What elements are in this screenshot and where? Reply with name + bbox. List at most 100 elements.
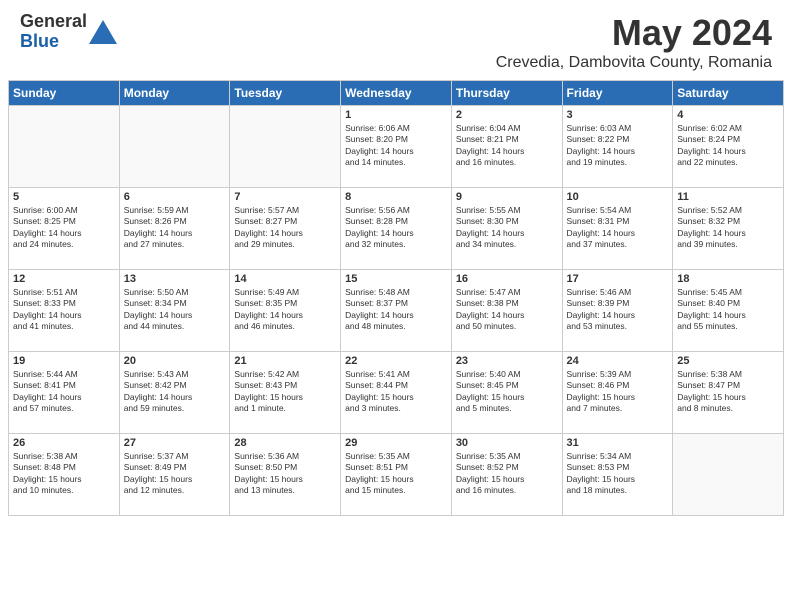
day-info: Sunrise: 6:03 AM Sunset: 8:22 PM Dayligh… xyxy=(567,123,669,169)
calendar-cell: 2 Sunrise: 6:04 AM Sunset: 8:21 PM Daylig… xyxy=(451,106,562,188)
calendar-cell: 27 Sunrise: 5:37 AM Sunset: 8:49 PM Dayli… xyxy=(119,434,230,516)
day-info: Sunrise: 6:02 AM Sunset: 8:24 PM Dayligh… xyxy=(677,123,779,169)
calendar-header-row: SundayMondayTuesdayWednesdayThursdayFrid… xyxy=(9,81,784,106)
calendar-cell: 17 Sunrise: 5:46 AM Sunset: 8:39 PM Dayli… xyxy=(562,270,673,352)
day-info: Sunrise: 5:52 AM Sunset: 8:32 PM Dayligh… xyxy=(677,205,779,251)
day-number: 19 xyxy=(13,355,115,367)
logo-general: General xyxy=(20,12,87,32)
header-saturday: Saturday xyxy=(673,81,784,106)
day-number: 5 xyxy=(13,191,115,203)
logo: General Blue xyxy=(20,12,117,52)
calendar-week-3: 12 Sunrise: 5:51 AM Sunset: 8:33 PM Dayli… xyxy=(9,270,784,352)
calendar-week-5: 26 Sunrise: 5:38 AM Sunset: 8:48 PM Dayli… xyxy=(9,434,784,516)
day-info: Sunrise: 5:35 AM Sunset: 8:52 PM Dayligh… xyxy=(456,451,558,497)
calendar-week-1: 1Sunrise: 6:06 AM Sunset: 8:20 PM Daylig… xyxy=(9,106,784,188)
calendar-cell: 16 Sunrise: 5:47 AM Sunset: 8:38 PM Dayli… xyxy=(451,270,562,352)
day-number: 16 xyxy=(456,273,558,285)
day-info: Sunrise: 5:44 AM Sunset: 8:41 PM Dayligh… xyxy=(13,369,115,415)
day-info: Sunrise: 5:38 AM Sunset: 8:47 PM Dayligh… xyxy=(677,369,779,415)
month-year-title: May 2024 xyxy=(496,12,772,54)
day-number: 7 xyxy=(234,191,336,203)
day-number: 18 xyxy=(677,273,779,285)
calendar-cell: 30Sunrise: 5:35 AM Sunset: 8:52 PM Dayli… xyxy=(451,434,562,516)
day-number: 22 xyxy=(345,355,447,367)
calendar-cell: 6Sunrise: 5:59 AM Sunset: 8:26 PM Daylig… xyxy=(119,188,230,270)
day-info: Sunrise: 5:57 AM Sunset: 8:27 PM Dayligh… xyxy=(234,205,336,251)
calendar-cell: 26 Sunrise: 5:38 AM Sunset: 8:48 PM Dayli… xyxy=(9,434,120,516)
day-info: Sunrise: 5:45 AM Sunset: 8:40 PM Dayligh… xyxy=(677,287,779,333)
day-number: 13 xyxy=(124,273,226,285)
day-number: 23 xyxy=(456,355,558,367)
calendar-cell: 11 Sunrise: 5:52 AM Sunset: 8:32 PM Dayli… xyxy=(673,188,784,270)
logo-icon xyxy=(89,20,117,44)
day-info: Sunrise: 5:39 AM Sunset: 8:46 PM Dayligh… xyxy=(567,369,669,415)
day-info: Sunrise: 6:04 AM Sunset: 8:21 PM Dayligh… xyxy=(456,123,558,169)
header-thursday: Thursday xyxy=(451,81,562,106)
day-number: 8 xyxy=(345,191,447,203)
day-info: Sunrise: 6:00 AM Sunset: 8:25 PM Dayligh… xyxy=(13,205,115,251)
day-info: Sunrise: 5:38 AM Sunset: 8:48 PM Dayligh… xyxy=(13,451,115,497)
calendar-week-2: 5 Sunrise: 6:00 AM Sunset: 8:25 PM Daylig… xyxy=(9,188,784,270)
calendar-cell: 20 Sunrise: 5:43 AM Sunset: 8:42 PM Dayli… xyxy=(119,352,230,434)
day-number: 4 xyxy=(677,109,779,121)
calendar-cell: 28 Sunrise: 5:36 AM Sunset: 8:50 PM Dayli… xyxy=(230,434,341,516)
calendar-cell: 22 Sunrise: 5:41 AM Sunset: 8:44 PM Dayli… xyxy=(341,352,452,434)
day-info: Sunrise: 5:35 AM Sunset: 8:51 PM Dayligh… xyxy=(345,451,447,497)
day-number: 26 xyxy=(13,437,115,449)
day-info: Sunrise: 5:51 AM Sunset: 8:33 PM Dayligh… xyxy=(13,287,115,333)
day-number: 9 xyxy=(456,191,558,203)
day-info: Sunrise: 5:43 AM Sunset: 8:42 PM Dayligh… xyxy=(124,369,226,415)
header-monday: Monday xyxy=(119,81,230,106)
day-info: Sunrise: 5:46 AM Sunset: 8:39 PM Dayligh… xyxy=(567,287,669,333)
calendar-cell: 7 Sunrise: 5:57 AM Sunset: 8:27 PM Daylig… xyxy=(230,188,341,270)
calendar-cell xyxy=(673,434,784,516)
day-info: Sunrise: 5:50 AM Sunset: 8:34 PM Dayligh… xyxy=(124,287,226,333)
day-info: Sunrise: 5:41 AM Sunset: 8:44 PM Dayligh… xyxy=(345,369,447,415)
day-number: 12 xyxy=(13,273,115,285)
day-info: Sunrise: 5:36 AM Sunset: 8:50 PM Dayligh… xyxy=(234,451,336,497)
calendar-cell: 29 Sunrise: 5:35 AM Sunset: 8:51 PM Dayli… xyxy=(341,434,452,516)
calendar-cell: 5 Sunrise: 6:00 AM Sunset: 8:25 PM Daylig… xyxy=(9,188,120,270)
day-number: 24 xyxy=(567,355,669,367)
day-number: 2 xyxy=(456,109,558,121)
day-number: 25 xyxy=(677,355,779,367)
day-info: Sunrise: 5:48 AM Sunset: 8:37 PM Dayligh… xyxy=(345,287,447,333)
day-info: Sunrise: 5:56 AM Sunset: 8:28 PM Dayligh… xyxy=(345,205,447,251)
calendar-cell xyxy=(9,106,120,188)
calendar-cell: 25 Sunrise: 5:38 AM Sunset: 8:47 PM Dayli… xyxy=(673,352,784,434)
calendar-cell: 31Sunrise: 5:34 AM Sunset: 8:53 PM Dayli… xyxy=(562,434,673,516)
calendar-cell xyxy=(230,106,341,188)
day-number: 14 xyxy=(234,273,336,285)
header-wednesday: Wednesday xyxy=(341,81,452,106)
calendar-cell: 19 Sunrise: 5:44 AM Sunset: 8:41 PM Dayli… xyxy=(9,352,120,434)
logo-blue: Blue xyxy=(20,32,87,52)
day-number: 29 xyxy=(345,437,447,449)
day-number: 11 xyxy=(677,191,779,203)
day-info: Sunrise: 5:37 AM Sunset: 8:49 PM Dayligh… xyxy=(124,451,226,497)
calendar-cell: 1Sunrise: 6:06 AM Sunset: 8:20 PM Daylig… xyxy=(341,106,452,188)
calendar-cell: 9 Sunrise: 5:55 AM Sunset: 8:30 PM Daylig… xyxy=(451,188,562,270)
calendar-cell: 13 Sunrise: 5:50 AM Sunset: 8:34 PM Dayli… xyxy=(119,270,230,352)
day-number: 28 xyxy=(234,437,336,449)
calendar-cell: 10Sunrise: 5:54 AM Sunset: 8:31 PM Dayli… xyxy=(562,188,673,270)
header-friday: Friday xyxy=(562,81,673,106)
calendar-cell: 3 Sunrise: 6:03 AM Sunset: 8:22 PM Daylig… xyxy=(562,106,673,188)
day-number: 21 xyxy=(234,355,336,367)
title-block: May 2024 Crevedia, Dambovita County, Rom… xyxy=(496,12,772,72)
calendar-table: SundayMondayTuesdayWednesdayThursdayFrid… xyxy=(8,80,784,516)
day-info: Sunrise: 6:06 AM Sunset: 8:20 PM Dayligh… xyxy=(345,123,447,169)
calendar-container: SundayMondayTuesdayWednesdayThursdayFrid… xyxy=(0,80,792,524)
calendar-cell: 18 Sunrise: 5:45 AM Sunset: 8:40 PM Dayli… xyxy=(673,270,784,352)
day-number: 31 xyxy=(567,437,669,449)
header-tuesday: Tuesday xyxy=(230,81,341,106)
calendar-cell: 8 Sunrise: 5:56 AM Sunset: 8:28 PM Daylig… xyxy=(341,188,452,270)
day-info: Sunrise: 5:49 AM Sunset: 8:35 PM Dayligh… xyxy=(234,287,336,333)
day-info: Sunrise: 5:55 AM Sunset: 8:30 PM Dayligh… xyxy=(456,205,558,251)
calendar-cell: 4 Sunrise: 6:02 AM Sunset: 8:24 PM Daylig… xyxy=(673,106,784,188)
day-info: Sunrise: 5:47 AM Sunset: 8:38 PM Dayligh… xyxy=(456,287,558,333)
day-number: 3 xyxy=(567,109,669,121)
day-number: 20 xyxy=(124,355,226,367)
calendar-cell: 15Sunrise: 5:48 AM Sunset: 8:37 PM Dayli… xyxy=(341,270,452,352)
day-number: 27 xyxy=(124,437,226,449)
day-number: 17 xyxy=(567,273,669,285)
